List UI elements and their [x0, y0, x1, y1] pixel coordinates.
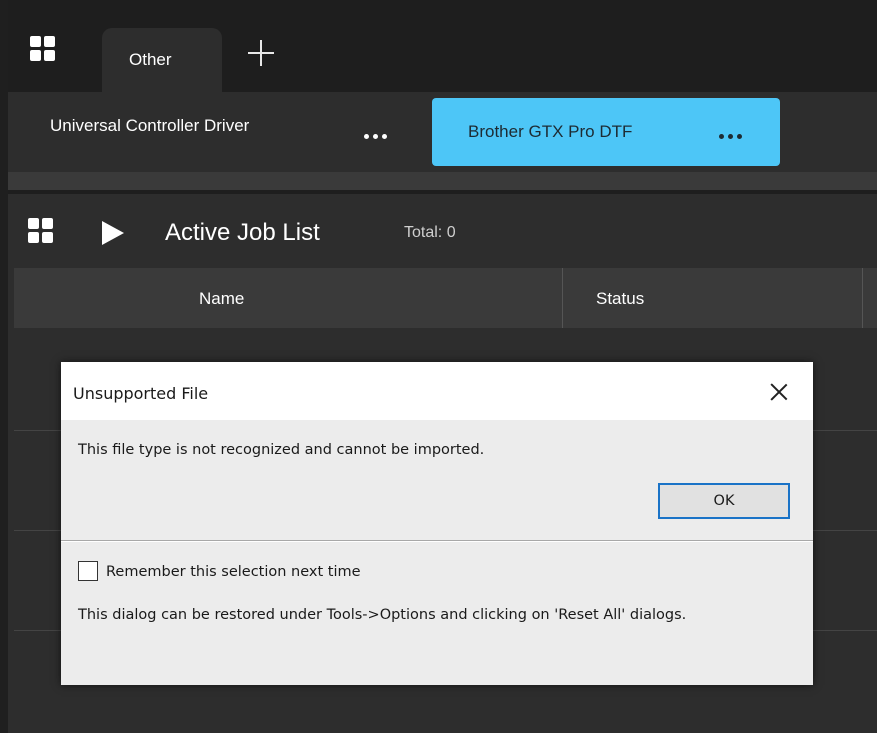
- dialog-divider-highlight: [61, 541, 813, 542]
- play-icon[interactable]: [102, 221, 124, 245]
- job-list-grid-icon[interactable]: [28, 218, 53, 243]
- add-tab-plus-icon[interactable]: [248, 40, 274, 66]
- close-icon[interactable]: [767, 380, 791, 404]
- device-brother-gtx-pro-dtf[interactable]: Brother GTX Pro DTF: [432, 98, 780, 166]
- ok-button[interactable]: OK: [658, 483, 790, 519]
- column-header-status[interactable]: Status: [596, 289, 644, 309]
- tab-other[interactable]: Other: [102, 28, 222, 92]
- unsupported-file-dialog: Unsupported File This file type is not r…: [61, 362, 813, 685]
- table-header: Name Status: [14, 268, 877, 328]
- device-label: Brother GTX Pro DTF: [468, 122, 633, 141]
- dialog-titlebar: Unsupported File: [61, 362, 813, 420]
- device-more-options-icon[interactable]: [719, 134, 742, 139]
- dialog-message: This file type is not recognized and can…: [78, 442, 485, 458]
- column-divider[interactable]: [562, 268, 563, 328]
- tab-strip: Other: [8, 0, 877, 92]
- remember-selection-label[interactable]: Remember this selection next time: [106, 564, 361, 580]
- device-more-options-icon[interactable]: [364, 134, 387, 139]
- column-divider[interactable]: [862, 268, 863, 328]
- job-list-total: Total: 0: [404, 224, 456, 241]
- job-list-title: Active Job List: [165, 219, 320, 246]
- dialog-title: Unsupported File: [73, 384, 209, 403]
- device-bar: Universal Controller Driver Brother GTX …: [8, 92, 877, 172]
- tab-label: Other: [129, 50, 172, 69]
- column-header-name[interactable]: Name: [199, 289, 244, 309]
- section-divider: [8, 172, 877, 190]
- remember-selection-checkbox[interactable]: [78, 561, 98, 581]
- apps-grid-icon[interactable]: [30, 36, 55, 61]
- device-universal-controller-driver[interactable]: Universal Controller Driver: [50, 116, 249, 136]
- dialog-restore-note: This dialog can be restored under Tools-…: [78, 607, 687, 623]
